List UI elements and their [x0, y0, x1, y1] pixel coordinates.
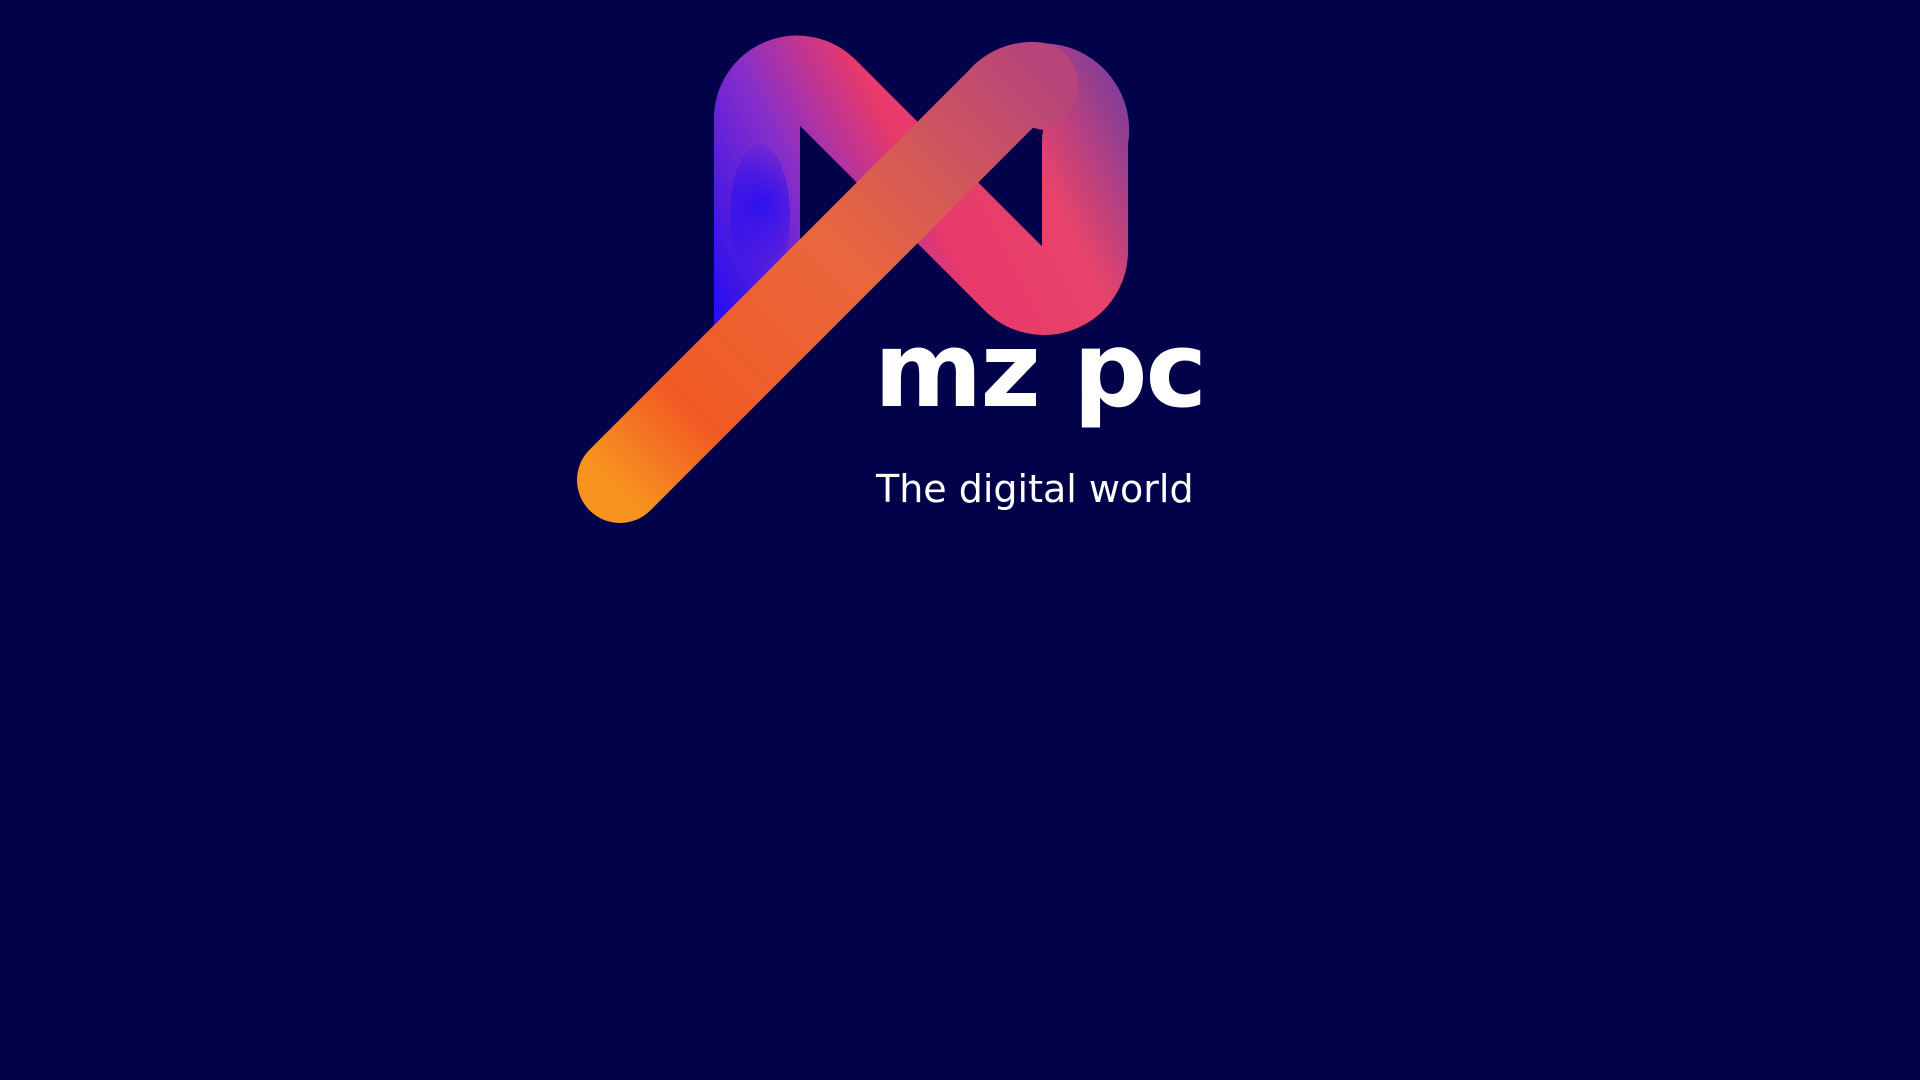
brand-name: mz pc — [874, 309, 1207, 431]
splash-screen: mz pc The digital world — [0, 0, 1920, 1080]
infinity-ribbon-logo-icon — [577, 35, 1130, 523]
tagline: The digital world — [876, 467, 1194, 511]
